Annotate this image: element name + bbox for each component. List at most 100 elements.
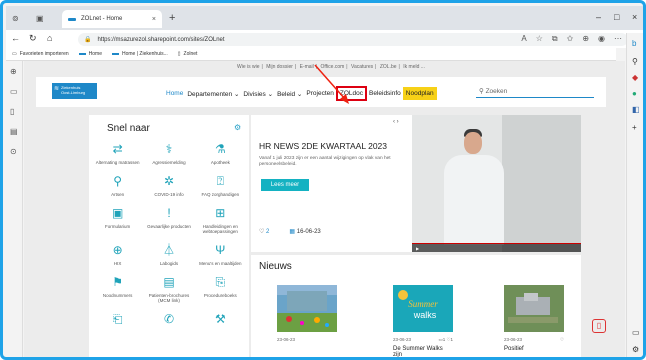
tools-icon[interactable]: ◆ (632, 73, 638, 82)
quick-link-label: Procedureboeks (203, 293, 237, 298)
quick-link[interactable]: ⏃ Labogids (143, 242, 194, 266)
pdf-icon[interactable]: ▯ (592, 319, 606, 333)
site-favicon (68, 17, 76, 21)
history-icon[interactable]: ▭ (10, 87, 18, 96)
news-card[interactable]: Summer walks 23-06-23 ▭1 ♡1 De Summer Wal… (393, 285, 453, 358)
quick-link[interactable]: ⎘ Procedureboeks (195, 274, 246, 303)
carousel-arrows[interactable]: ‹ › (393, 119, 399, 125)
top-link[interactable]: Office.com (320, 64, 344, 70)
menu-beleidsinfo[interactable]: Beleidsinfo (367, 87, 403, 100)
search-box[interactable]: ⚲ Zoeken (476, 85, 594, 98)
quick-link-label: Artsen (111, 192, 125, 197)
news-card[interactable]: 23-06-23 (277, 285, 337, 357)
top-link[interactable]: Ik meld ... (403, 64, 425, 70)
document-icon[interactable]: ▯ (10, 107, 14, 116)
quick-link[interactable]: Ψ Menu's en maaltijden (195, 242, 246, 266)
read-aloud-icon[interactable]: A (521, 34, 526, 44)
quick-link[interactable]: ⚒ (195, 311, 246, 330)
menu-beleid[interactable]: Beleid ⌄ (275, 87, 304, 101)
favorite-home[interactable]: Home (78, 51, 102, 57)
quick-link[interactable]: ⊞ Handleidingen en webtoepassingen (195, 205, 246, 234)
quick-link[interactable]: ✲ COVID-19 info (143, 173, 194, 197)
top-link[interactable]: Mijn dossier (266, 64, 293, 70)
quick-link[interactable]: ⎗ (92, 311, 143, 330)
quick-link[interactable]: ⚲ Artsen (92, 173, 143, 197)
sidebar-layout-icon[interactable]: ▭ (632, 328, 640, 337)
top-link[interactable]: Wie is wie (237, 64, 260, 70)
workspaces-icon[interactable]: ⊚ (12, 14, 19, 23)
quick-link-icon: ⏃ (162, 243, 175, 257)
zol-logo[interactable]: ≋ Ziekenhuis Oost-Limburg (52, 83, 97, 99)
lees-meer-button[interactable]: Lees meer (261, 179, 309, 191)
quick-link[interactable]: ⊕ HIX (92, 242, 143, 266)
office-icon[interactable]: ◧ (632, 105, 640, 114)
quick-link-label: Apotheek (210, 160, 230, 165)
split-screen-icon[interactable]: ⧉ (552, 34, 558, 44)
menu-home[interactable]: Home (164, 87, 185, 100)
quick-link[interactable]: ⇄ Alternating matrassen (92, 141, 143, 165)
video-controls[interactable]: ▶ (412, 244, 581, 252)
url-text: https://msazurezol.sharepoint.com/sites/… (97, 36, 225, 43)
settings-icon[interactable]: ⊙ (10, 147, 17, 156)
quick-link-label: Patienten-brochures (MCM link) (148, 293, 190, 303)
likes[interactable]: ♡ 2 (259, 228, 269, 235)
address-bar[interactable]: 🔒 https://msazurezol.sharepoint.com/site… (78, 33, 628, 46)
quick-link[interactable]: ▤ Patienten-brochures (MCM link) (143, 274, 194, 303)
maximize-button[interactable]: □ (614, 12, 619, 22)
video-player[interactable]: ▶ (412, 115, 581, 252)
menu-zoldoc[interactable]: ZOLdoc (335, 86, 367, 101)
games-icon[interactable]: ● (632, 89, 637, 98)
top-link[interactable]: E-mail (300, 64, 314, 70)
quick-link[interactable]: ⚗ Apotheek (195, 141, 246, 165)
calendar-icon: ▦ (289, 229, 297, 235)
top-link[interactable]: ZOL.be (380, 64, 397, 70)
minimize-button[interactable]: – (596, 12, 601, 22)
favicon-icon (78, 53, 86, 55)
hr-news-card: ‹ › HR NEWS 2DE KWARTAAL 2023 Vanaf 1 ju… (251, 115, 581, 252)
favorite-import[interactable]: ▭ Favorieten importeren (12, 51, 69, 57)
more-menu-icon[interactable]: ⋯ (614, 34, 622, 44)
collections-icon[interactable]: ⊕ (582, 34, 589, 44)
quick-link[interactable]: ⍰ FAQ zorghandigen (195, 173, 246, 197)
close-window-button[interactable]: × (632, 12, 637, 22)
svg-text:Summer: Summer (408, 299, 438, 309)
favorite-zolnet[interactable]: ▯ Zolnet (178, 51, 198, 57)
quick-link-icon: ⊞ (215, 206, 226, 220)
new-tab-button[interactable]: + (169, 12, 175, 24)
quick-link[interactable]: ✆ (143, 311, 194, 330)
add-sidebar-icon[interactable]: + (632, 123, 637, 132)
quick-link[interactable]: ⚑ Noodnummers (92, 274, 143, 303)
profile-icon[interactable]: ◉ (598, 34, 605, 44)
search-icon: ⚲ (479, 88, 486, 95)
back-icon[interactable]: ← (11, 33, 20, 43)
reading-list-icon[interactable]: ▤ (10, 127, 18, 136)
hr-news-text: Vanaf 1 juli 2023 zijn er een aantal wij… (259, 156, 391, 167)
menu-divisies[interactable]: Divisies ⌄ (241, 87, 275, 101)
quick-link[interactable]: ! Gevaarlijke producten (143, 205, 194, 234)
quick-link[interactable]: ▣ Formularium (92, 205, 143, 234)
favorites-icon[interactable]: ✩ (567, 34, 574, 44)
news-image-campus (277, 285, 337, 332)
quick-link-icon: ▣ (111, 206, 124, 220)
favorite-ziekenhuis[interactable]: Home | Ziekenhuis... (112, 51, 168, 57)
news-card[interactable]: 23-06-23 ♡ Positief (504, 285, 564, 357)
quick-link-icon: Ψ (215, 243, 226, 257)
bing-icon[interactable]: b (632, 39, 636, 48)
sidebar-settings-icon[interactable]: ⚙ (632, 345, 639, 354)
menu-departementen[interactable]: Departementen ⌄ (185, 87, 241, 101)
search-sidebar-icon[interactable]: ⚲ (632, 57, 638, 66)
top-link[interactable]: Vacatures (351, 64, 373, 70)
tab-close-icon[interactable]: × (152, 16, 156, 23)
gear-icon[interactable]: ⚙ (234, 123, 241, 132)
menu-projecten[interactable]: Projecten (304, 87, 335, 100)
tab-actions-icon[interactable]: ▣ (36, 14, 44, 23)
globe-icon[interactable]: ⊕ (10, 67, 17, 76)
refresh-icon[interactable]: ↻ (29, 33, 37, 44)
news-card-title: De Summer Walks zijn (393, 346, 443, 358)
menu-noodplan[interactable]: Noodplan (402, 87, 437, 100)
quick-link[interactable]: ⚕ Agressiemelding (143, 141, 194, 165)
favorite-star-icon[interactable]: ☆ (536, 34, 543, 44)
quick-link-label: Labogids (159, 261, 179, 266)
home-icon[interactable]: ⌂ (47, 33, 52, 43)
tab-zolnet-home[interactable]: ZOLnet - Home × (62, 10, 162, 28)
